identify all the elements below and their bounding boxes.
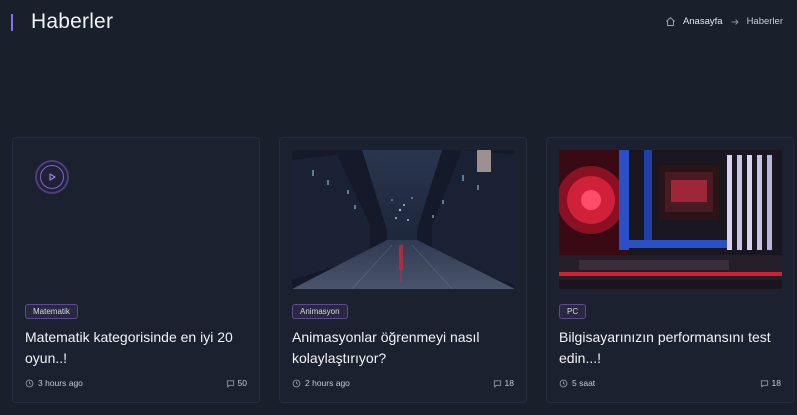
pc-hardware-image[interactable] — [559, 150, 782, 289]
news-card[interactable]: PC Bilgisayarınızın performansını test e… — [546, 137, 794, 403]
play-button[interactable] — [35, 160, 69, 194]
video-thumbnail[interactable] — [25, 150, 248, 289]
clock-icon — [559, 379, 568, 387]
category-tag[interactable]: PC — [559, 304, 587, 319]
category-tag[interactable]: Matematik — [25, 304, 78, 319]
news-title[interactable]: Matematik kategorisinde en iyi 20 oyun..… — [25, 327, 250, 369]
play-icon — [49, 173, 56, 181]
comment-icon — [760, 379, 768, 388]
news-title[interactable]: Bilgisayarınızın performansını test edin… — [559, 327, 784, 369]
news-card[interactable]: Matematik Matematik kategorisinde en iyi… — [12, 137, 260, 403]
comment-count[interactable]: 18 — [493, 378, 514, 388]
news-card[interactable]: Animasyon Animasyonlar öğrenmeyi nasıl k… — [279, 137, 527, 403]
post-time: 3 hours ago — [25, 378, 83, 388]
post-time: 2 hours ago — [292, 378, 350, 388]
page-header: Haberler Anasayfa Haberler — [0, 0, 797, 48]
news-card-list: Matematik Matematik kategorisinde en iyi… — [0, 137, 797, 403]
post-time-label: 2 hours ago — [305, 378, 350, 388]
page-title: Haberler — [31, 10, 114, 33]
news-title[interactable]: Animasyonlar öğrenmeyi nasıl kolaylaştır… — [292, 327, 517, 369]
post-time-label: 5 saat — [572, 378, 596, 388]
comment-icon — [493, 379, 501, 388]
breadcrumb-home-link[interactable]: Anasayfa — [683, 16, 723, 27]
comment-count[interactable]: 50 — [226, 378, 247, 388]
post-time: 5 saat — [559, 378, 595, 388]
breadcrumb: Anasayfa Haberler — [665, 16, 783, 27]
comment-count-label: 18 — [771, 378, 781, 388]
city-street-night-image[interactable] — [292, 150, 515, 289]
post-time-label: 3 hours ago — [38, 378, 83, 388]
comment-icon — [226, 379, 234, 388]
comment-count-label: 18 — [504, 378, 514, 388]
arrow-right-icon — [730, 17, 740, 27]
category-tag[interactable]: Animasyon — [292, 304, 348, 319]
comment-count[interactable]: 18 — [760, 378, 781, 388]
clock-icon — [292, 379, 301, 387]
clock-icon — [25, 379, 34, 387]
home-icon[interactable] — [665, 16, 676, 27]
breadcrumb-current: Haberler — [746, 16, 783, 27]
title-accent-bar — [11, 14, 13, 31]
comment-count-label: 50 — [237, 378, 247, 388]
